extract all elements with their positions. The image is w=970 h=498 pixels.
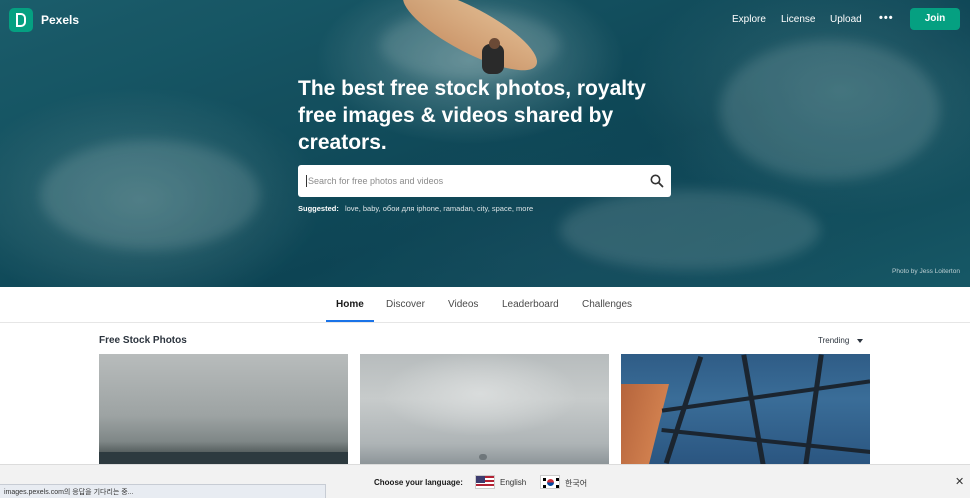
korea-flag-icon[interactable]: [540, 475, 560, 489]
search-bar[interactable]: [298, 165, 671, 197]
photo-card[interactable]: [99, 354, 348, 466]
active-tab-indicator: [326, 320, 374, 322]
tab-discover[interactable]: Discover: [386, 299, 425, 310]
tab-challenges[interactable]: Challenges: [582, 299, 632, 310]
suggested-tags[interactable]: love, baby, обои для iphone, ramadan, ci…: [345, 204, 533, 213]
us-flag-icon[interactable]: [475, 475, 495, 489]
surfer-head: [489, 38, 500, 49]
language-korean[interactable]: 한국어: [565, 478, 587, 489]
suggested-searches: Suggested: love, baby, обои для iphone, …: [298, 204, 533, 213]
pexels-logo-icon[interactable]: [9, 8, 33, 32]
text-caret: [306, 175, 307, 187]
main-tabs: Home Discover Videos Leaderboard Challen…: [0, 287, 970, 323]
photo-credit[interactable]: Photo by Jess Loiterton: [892, 268, 960, 275]
tab-videos[interactable]: Videos: [448, 299, 478, 310]
search-icon[interactable]: [649, 173, 665, 189]
nav-license-link[interactable]: License: [781, 14, 815, 25]
join-button[interactable]: Join: [910, 8, 960, 30]
sort-dropdown[interactable]: Trending: [818, 336, 849, 345]
tab-leaderboard[interactable]: Leaderboard: [502, 299, 559, 310]
hero-banner: Pexels Explore License Upload ••• Join T…: [0, 0, 970, 287]
brand-name[interactable]: Pexels: [41, 13, 79, 27]
nav-upload-link[interactable]: Upload: [830, 14, 862, 25]
section-title: Free Stock Photos: [99, 335, 187, 346]
close-icon[interactable]: ✕: [955, 475, 964, 488]
language-label: Choose your language:: [374, 478, 463, 487]
nav-explore-link[interactable]: Explore: [732, 14, 766, 25]
search-input[interactable]: [308, 174, 628, 188]
tab-home[interactable]: Home: [336, 299, 364, 310]
photo-card[interactable]: [360, 354, 609, 466]
top-navigation: Pexels Explore License Upload ••• Join: [0, 0, 970, 38]
hero-headline: The best free stock photos, royalty free…: [298, 77, 646, 154]
suggested-label: Suggested:: [298, 204, 339, 213]
more-menu-icon[interactable]: •••: [879, 12, 894, 24]
photo-card[interactable]: [621, 354, 870, 466]
browser-status-bar: images.pexels.com의 응답을 기다리는 중...: [0, 484, 326, 498]
chevron-down-icon[interactable]: [857, 339, 863, 343]
language-english[interactable]: English: [500, 478, 526, 487]
